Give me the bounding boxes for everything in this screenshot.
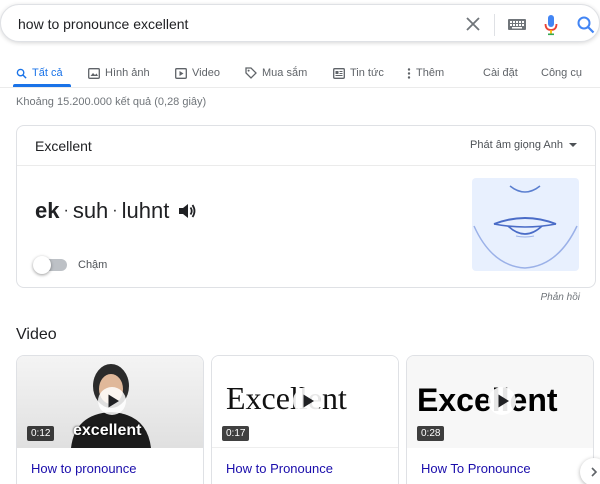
video-icon bbox=[175, 67, 187, 79]
search-icon bbox=[16, 68, 27, 79]
video-card[interactable]: Excellent 0:17 How to Pronounce bbox=[211, 355, 399, 484]
tab-label: Hình ảnh bbox=[105, 67, 150, 79]
clear-icon[interactable] bbox=[464, 15, 482, 33]
tab-shopping[interactable]: Mua sắm bbox=[245, 62, 307, 84]
pronounce-word: Excellent bbox=[35, 138, 92, 154]
video-thumbnail: Excellent 0:17 bbox=[212, 356, 398, 448]
chevron-right-icon bbox=[591, 467, 598, 477]
tab-videos[interactable]: Video bbox=[175, 62, 220, 84]
video-duration: 0:12 bbox=[27, 426, 55, 441]
tab-more[interactable]: Thêm bbox=[407, 62, 444, 84]
play-icon[interactable] bbox=[292, 386, 322, 416]
settings-label: Cài đặt bbox=[483, 67, 518, 79]
tools-label: Công cụ bbox=[541, 67, 582, 79]
keyboard-icon[interactable] bbox=[508, 19, 526, 30]
pronunciation-card: Excellent Phát âm giọng Anh ek · suh · l… bbox=[16, 125, 596, 288]
tab-label: Video bbox=[192, 67, 220, 79]
search-divider bbox=[494, 14, 495, 36]
video-card[interactable]: excellent 0:12 How to pronounce bbox=[16, 355, 204, 484]
video-card[interactable]: Excellent 0:28 How To Pronounce bbox=[406, 355, 594, 484]
search-input[interactable]: how to pronounce excellent bbox=[18, 16, 188, 32]
slow-label: Chậm bbox=[78, 259, 108, 271]
settings-link[interactable]: Cài đặt bbox=[483, 62, 518, 84]
play-icon[interactable] bbox=[487, 386, 517, 416]
tab-label: Thêm bbox=[416, 67, 445, 79]
syllable: luhnt bbox=[121, 198, 170, 223]
tab-label: Mua sắm bbox=[262, 67, 308, 79]
news-icon bbox=[333, 67, 345, 79]
more-vert-icon bbox=[407, 67, 411, 79]
result-stats: Khoảng 15.200.000 kết quả (0,28 giây) bbox=[16, 96, 207, 108]
syllable-stressed: ek bbox=[35, 198, 60, 223]
videos-heading: Video bbox=[16, 326, 57, 343]
video-title[interactable]: How to Pronounce bbox=[226, 461, 333, 476]
video-duration: 0:28 bbox=[417, 426, 445, 441]
speaker-icon[interactable] bbox=[177, 201, 197, 221]
toggle-knob bbox=[33, 256, 51, 274]
video-overlay-text: excellent bbox=[73, 422, 142, 439]
tabs-divider bbox=[0, 87, 600, 88]
feedback-link[interactable]: Phản hồi bbox=[541, 292, 580, 303]
tab-label: Tin tức bbox=[350, 67, 384, 79]
video-duration: 0:17 bbox=[222, 426, 250, 441]
tab-label: Tất cả bbox=[32, 67, 63, 79]
slow-toggle[interactable] bbox=[33, 256, 67, 274]
syllable-dot: · bbox=[112, 202, 118, 219]
search-bar[interactable]: how to pronounce excellent bbox=[0, 4, 600, 42]
accent-selector[interactable]: Phát âm giọng Anh bbox=[470, 139, 577, 151]
video-title[interactable]: How To Pronounce bbox=[421, 461, 531, 476]
search-icon[interactable] bbox=[576, 15, 596, 35]
carousel-next-button[interactable] bbox=[580, 458, 600, 484]
microphone-icon[interactable] bbox=[543, 14, 559, 36]
tab-all[interactable]: Tất cả bbox=[16, 62, 63, 84]
accent-label: Phát âm giọng Anh bbox=[470, 139, 563, 151]
image-icon bbox=[88, 67, 100, 79]
search-tabs: Tất cả Hình ảnh Video Mua sắm Tin tức Th… bbox=[0, 56, 600, 86]
video-title[interactable]: How to pronounce bbox=[31, 461, 137, 476]
tools-link[interactable]: Công cụ bbox=[541, 62, 582, 84]
play-icon[interactable] bbox=[97, 386, 127, 416]
syllable: suh bbox=[72, 198, 109, 223]
phonetic-spelling: ek · suh · luhnt bbox=[35, 198, 197, 224]
syllable-dot: · bbox=[63, 202, 69, 219]
tag-icon bbox=[245, 67, 257, 79]
video-overlay-text: Excellent bbox=[226, 380, 347, 416]
video-thumbnail: Excellent 0:28 bbox=[407, 356, 593, 448]
mouth-illustration bbox=[473, 185, 578, 269]
caret-down-icon bbox=[569, 143, 577, 147]
video-thumbnail: excellent 0:12 bbox=[17, 356, 203, 448]
card-header: Excellent Phát âm giọng Anh bbox=[17, 126, 595, 166]
mouth-animation bbox=[472, 178, 579, 271]
tab-images[interactable]: Hình ảnh bbox=[88, 62, 150, 84]
tab-news[interactable]: Tin tức bbox=[333, 62, 384, 84]
